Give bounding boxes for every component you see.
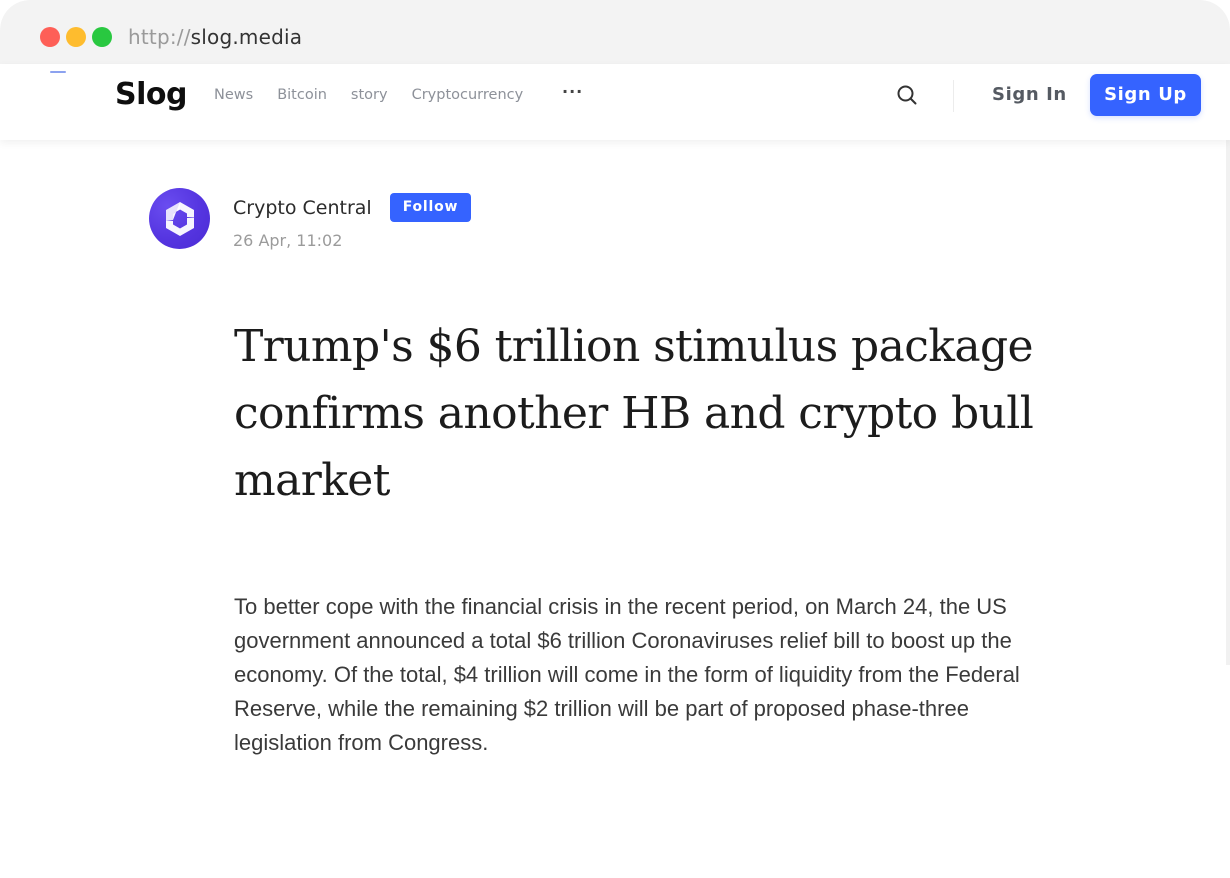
scrollbar[interactable] xyxy=(1226,140,1230,665)
nav-link-story[interactable]: story xyxy=(351,85,388,105)
article-body: To better cope with the financial crisis… xyxy=(234,594,1020,755)
nav-links: News Bitcoin story Cryptocurrency xyxy=(214,85,547,105)
post-timestamp: 26 Apr, 11:02 xyxy=(233,231,343,250)
crypto-central-logo-icon xyxy=(165,201,194,236)
avatar[interactable] xyxy=(149,188,210,249)
address-bar[interactable]: http://slog.media xyxy=(128,24,302,50)
author-name[interactable]: Crypto Central xyxy=(233,195,372,221)
search-button[interactable] xyxy=(895,83,919,107)
nav-divider xyxy=(953,80,954,112)
more-menu-button[interactable]: ··· xyxy=(562,82,583,101)
search-icon xyxy=(897,85,917,105)
site-navbar: Slog News Bitcoin story Cryptocurrency ·… xyxy=(0,64,1230,140)
browser-window: http://slog.media Slog News Bitcoin stor… xyxy=(0,0,1230,878)
close-window-button[interactable] xyxy=(40,27,60,47)
site-logo[interactable]: Slog xyxy=(115,77,187,113)
follow-button[interactable]: Follow xyxy=(390,193,471,222)
url-scheme: http:// xyxy=(128,25,191,49)
minimize-window-button[interactable] xyxy=(66,27,86,47)
nav-link-news[interactable]: News xyxy=(214,85,253,105)
nav-link-bitcoin[interactable]: Bitcoin xyxy=(277,85,327,105)
sign-up-button[interactable]: Sign Up xyxy=(1090,74,1201,116)
sign-in-button[interactable]: Sign In xyxy=(992,82,1067,108)
nav-indicator xyxy=(50,71,66,73)
maximize-window-button[interactable] xyxy=(92,27,112,47)
browser-titlebar: http://slog.media xyxy=(0,0,1230,64)
nav-link-cryptocurrency[interactable]: Cryptocurrency xyxy=(412,85,524,105)
article-title: Trump's $6 trillion stimulus package con… xyxy=(234,321,1034,506)
url-host: slog.media xyxy=(190,25,303,49)
